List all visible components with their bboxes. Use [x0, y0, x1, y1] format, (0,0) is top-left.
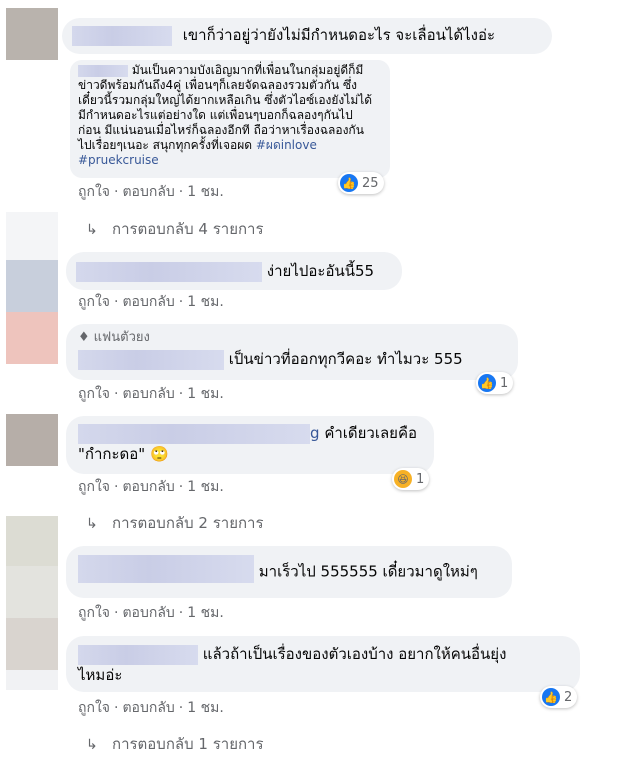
comment-text: เป็นข่าวที่ออกทุกวีคอะ ทำไมวะ 555	[228, 350, 463, 368]
thumbs-up-icon: 👍	[478, 374, 496, 392]
diamond-icon: ♦	[78, 330, 90, 345]
haha-icon: 😆	[394, 470, 412, 488]
comment-actions: ถูกใจ · ตอบกลับ · 1 ชม.	[78, 184, 224, 200]
like-button[interactable]: ถูกใจ	[78, 184, 110, 200]
comment-bubble: แล้วถ้าเป็นเรื่องของตัวเองบ้าง อยากให้คน…	[66, 636, 580, 692]
reply-button[interactable]: ตอบกลับ	[122, 386, 174, 402]
reply-button[interactable]: ตอบกลับ	[122, 700, 174, 716]
reply-arrow-icon: ↳	[86, 737, 98, 753]
thumbs-up-icon: 👍	[542, 688, 560, 706]
reply-arrow-icon: ↳	[86, 516, 98, 532]
avatar	[6, 670, 58, 690]
redacted-author[interactable]	[72, 25, 172, 46]
timestamp[interactable]: 1 ชม.	[187, 479, 224, 495]
comment-text: แล้วถ้าเป็นเรื่องของตัวเองบ้าง อยากให้คน…	[202, 645, 507, 663]
hashtag-link[interactable]: #pruekcruise	[78, 153, 159, 167]
avatar[interactable]	[6, 260, 58, 312]
timestamp[interactable]: 1 ชม.	[187, 700, 224, 716]
comment-text: ง่ายไปอะอันนี้55	[266, 262, 375, 280]
timestamp[interactable]: 1 ชม.	[187, 184, 224, 200]
reply-button[interactable]: ตอบกลับ	[122, 479, 174, 495]
redacted-author-suffix: g	[310, 424, 320, 442]
reaction-count[interactable]: 👍 1	[476, 372, 514, 394]
comment-actions: ถูกใจ · ตอบกลับ · 1 ชม.	[78, 294, 224, 310]
reaction-count[interactable]: 👍 2	[540, 686, 578, 708]
like-button[interactable]: ถูกใจ	[78, 386, 110, 402]
timestamp[interactable]: 1 ชม.	[187, 386, 224, 402]
avatar[interactable]	[6, 8, 58, 60]
comment-text: เขาก็ว่าอยู่ว่ายังไม่มีกำหนดอะไร จะเลื่อ…	[182, 26, 496, 44]
redacted-author[interactable]	[78, 349, 224, 370]
like-button[interactable]: ถูกใจ	[78, 700, 110, 716]
reaction-count[interactable]: 👍 25	[338, 172, 384, 194]
avatar[interactable]	[6, 618, 58, 670]
hashtag-link[interactable]: #ผดinlove	[256, 138, 317, 152]
reply-button[interactable]: ตอบกลับ	[122, 605, 174, 621]
comment-actions: ถูกใจ · ตอบกลับ · 1 ชม.	[78, 386, 224, 402]
like-button[interactable]: ถูกใจ	[78, 479, 110, 495]
like-button[interactable]: ถูกใจ	[78, 605, 110, 621]
comment-bubble: g คำเดียวเลยคือ "กำกะดอ" 🙄	[66, 416, 434, 474]
comment-text: คำเดียวเลยคือ	[324, 424, 418, 442]
redacted-author[interactable]	[76, 261, 262, 282]
like-button[interactable]: ถูกใจ	[78, 294, 110, 310]
timestamp[interactable]: 1 ชม.	[187, 605, 224, 621]
thumbs-up-icon: 👍	[340, 174, 358, 192]
reply-button[interactable]: ตอบกลับ	[122, 184, 174, 200]
comment-text: ไหมอ่ะ	[78, 665, 123, 684]
comment-bubble: ♦ แฟนตัวยง เป็นข่าวที่ออกทุกวีคอะ ทำไมวะ …	[66, 324, 518, 380]
redacted-author[interactable]	[78, 64, 128, 77]
comment-actions: ถูกใจ · ตอบกลับ · 1 ชม.	[78, 479, 224, 495]
comment-text: มาเร็วไป 555555 เดี๋ยวมาดูใหม่ๆ	[258, 562, 478, 581]
comment-bubble: มันเป็นความบังเอิญมากที่เพื่อนในกลุ่มอยู…	[70, 60, 390, 178]
reply-arrow-icon: ↳	[86, 222, 98, 238]
comment-bubble: มาเร็วไป 555555 เดี๋ยวมาดูใหม่ๆ	[66, 546, 512, 598]
timestamp[interactable]: 1 ชม.	[187, 294, 224, 310]
avatar[interactable]	[6, 516, 58, 566]
redacted-author[interactable]	[78, 644, 198, 665]
comment-bubble: เขาก็ว่าอยู่ว่ายังไม่มีกำหนดอะไร จะเลื่อ…	[62, 18, 552, 54]
reply-button[interactable]: ตอบกลับ	[122, 294, 174, 310]
view-replies-link[interactable]: ↳ การตอบกลับ 1 รายการ	[86, 734, 264, 755]
comment-bubble: ง่ายไปอะอันนี้55	[66, 252, 402, 290]
view-replies-link[interactable]: ↳ การตอบกลับ 2 รายการ	[86, 513, 264, 534]
comment-actions: ถูกใจ · ตอบกลับ · 1 ชม.	[78, 700, 224, 716]
redacted-author[interactable]	[78, 423, 310, 444]
avatar	[6, 212, 58, 260]
redacted-author[interactable]	[78, 555, 254, 583]
view-replies-link[interactable]: ↳ การตอบกลับ 4 รายการ	[86, 219, 264, 240]
top-fan-badge: ♦ แฟนตัวยง	[78, 330, 150, 345]
avatar[interactable]	[6, 566, 58, 618]
reaction-count[interactable]: 😆 1	[392, 468, 430, 490]
comment-text: มันเป็นความบังเอิญมากที่เพื่อนในกลุ่มอยู…	[78, 63, 373, 167]
comment-actions: ถูกใจ · ตอบกลับ · 1 ชม.	[78, 605, 224, 621]
comment-text: "กำกะดอ" 🙄	[78, 444, 169, 463]
avatar[interactable]	[6, 312, 58, 364]
avatar[interactable]	[6, 414, 58, 466]
